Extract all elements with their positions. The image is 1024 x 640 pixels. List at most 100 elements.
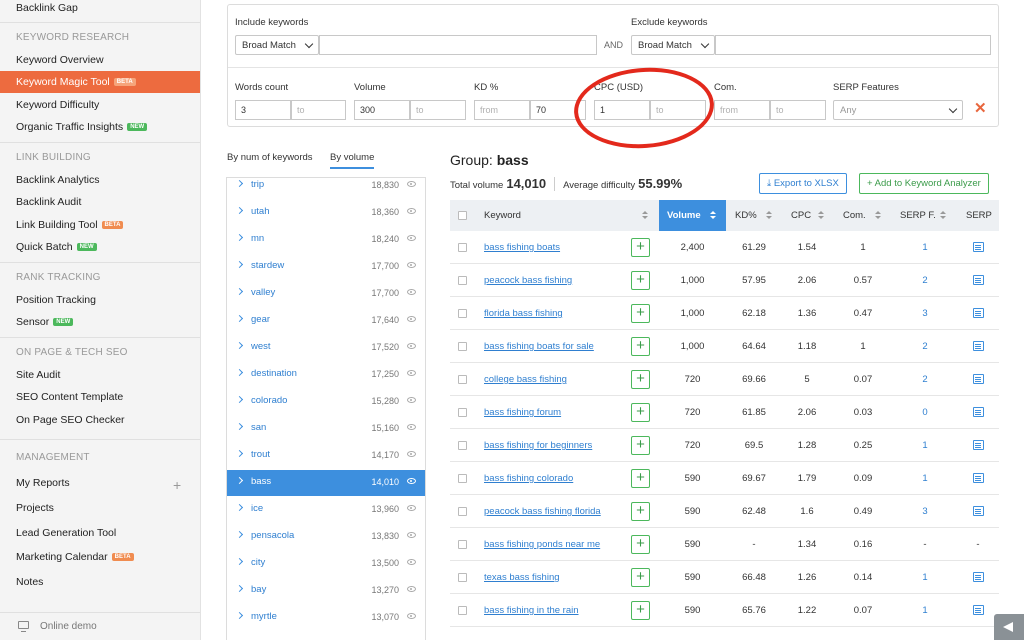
serp-features-cell[interactable]: 1: [892, 572, 958, 583]
keyword-link[interactable]: college bass fishing: [484, 374, 567, 385]
sidebar-item-link-building-tool[interactable]: Link Building Tool BETA: [16, 219, 124, 231]
word-group-item[interactable]: west 17,520: [227, 335, 425, 361]
kd-from-input[interactable]: [474, 100, 530, 120]
chevron-right-icon[interactable]: [235, 341, 244, 350]
row-checkbox[interactable]: [458, 243, 467, 252]
serp-features-cell[interactable]: 2: [892, 275, 958, 286]
volume-from-input[interactable]: [354, 100, 410, 120]
serp-icon[interactable]: [973, 506, 984, 516]
serp-icon[interactable]: [973, 473, 984, 483]
clear-filters-icon[interactable]: ✕: [974, 99, 987, 117]
eye-icon[interactable]: [407, 586, 416, 592]
eye-icon[interactable]: [407, 505, 416, 511]
chevron-right-icon[interactable]: [235, 422, 244, 431]
add-keyword-button[interactable]: +: [631, 568, 650, 587]
serp-icon[interactable]: [973, 572, 984, 582]
add-keyword-button[interactable]: +: [631, 502, 650, 521]
sidebar-item-site-audit[interactable]: Site Audit: [16, 369, 60, 381]
keyword-link[interactable]: peacock bass fishing: [484, 275, 572, 286]
sidebar-item-sensor[interactable]: Sensor NEW: [16, 316, 74, 328]
row-checkbox[interactable]: [458, 408, 467, 417]
eye-icon[interactable]: [407, 208, 416, 214]
eye-icon[interactable]: [407, 370, 416, 376]
header-volume[interactable]: Volume: [659, 200, 726, 231]
add-keyword-button[interactable]: +: [631, 304, 650, 323]
include-match-select[interactable]: Broad Match: [235, 35, 319, 55]
add-keyword-button[interactable]: +: [631, 337, 650, 356]
sidebar-item-my-reports[interactable]: My Reports: [16, 477, 70, 489]
chevron-right-icon[interactable]: [235, 557, 244, 566]
eye-icon[interactable]: [407, 559, 416, 565]
keyword-link[interactable]: bass fishing forum: [484, 407, 561, 418]
eye-icon[interactable]: [407, 424, 416, 430]
chevron-right-icon[interactable]: [235, 395, 244, 404]
row-checkbox[interactable]: [458, 474, 467, 483]
sidebar-item-backlink-audit[interactable]: Backlink Audit: [16, 196, 81, 208]
row-checkbox[interactable]: [458, 540, 467, 549]
row-checkbox[interactable]: [458, 276, 467, 285]
exclude-match-select[interactable]: Broad Match: [631, 35, 715, 55]
sidebar-item-keyword-magic-tool[interactable]: Keyword Magic Tool BETA: [0, 71, 200, 93]
eye-icon[interactable]: [407, 613, 416, 619]
row-checkbox[interactable]: [458, 441, 467, 450]
header-serp-features[interactable]: SERP F.: [900, 200, 936, 231]
add-keyword-button[interactable]: +: [631, 271, 650, 290]
sidebar-item-lead-generation-tool[interactable]: Lead Generation Tool: [16, 527, 116, 539]
word-group-item[interactable]: colorado 15,280: [227, 389, 425, 415]
eye-icon[interactable]: [407, 235, 416, 241]
keyword-link[interactable]: texas bass fishing: [484, 572, 560, 583]
keyword-link[interactable]: bass fishing in the rain: [484, 605, 579, 616]
keyword-link[interactable]: bass fishing for beginners: [484, 440, 592, 451]
add-keyword-button[interactable]: +: [631, 535, 650, 554]
header-cpc[interactable]: CPC: [791, 200, 811, 231]
header-com[interactable]: Com.: [843, 200, 866, 231]
com-from-input[interactable]: [714, 100, 770, 120]
eye-icon[interactable]: [407, 316, 416, 322]
words-count-to-input[interactable]: [291, 100, 346, 120]
row-checkbox[interactable]: [458, 507, 467, 516]
words-count-from-input[interactable]: [235, 100, 291, 120]
add-keyword-button[interactable]: +: [631, 601, 650, 620]
chevron-right-icon[interactable]: [235, 179, 244, 188]
word-group-item[interactable]: trout 14,170: [227, 443, 425, 469]
sidebar-item-quick-batch[interactable]: Quick Batch NEW: [16, 241, 97, 253]
include-keywords-input[interactable]: [319, 35, 597, 55]
chevron-right-icon[interactable]: [235, 233, 244, 242]
row-checkbox[interactable]: [458, 606, 467, 615]
sidebar-item-notes[interactable]: Notes: [16, 576, 43, 588]
keyword-link[interactable]: bass fishing colorado: [484, 473, 573, 484]
add-keyword-button[interactable]: +: [631, 238, 650, 257]
sort-icon[interactable]: [875, 211, 881, 220]
sort-icon[interactable]: [818, 211, 824, 220]
sort-icon[interactable]: [940, 211, 946, 220]
sort-icon[interactable]: [766, 211, 772, 220]
chevron-right-icon[interactable]: [235, 449, 244, 458]
header-kd[interactable]: KD%: [735, 200, 757, 231]
eye-icon[interactable]: [407, 397, 416, 403]
keyword-link[interactable]: bass fishing ponds near me: [484, 539, 600, 550]
keyword-link[interactable]: peacock bass fishing florida: [484, 506, 601, 517]
word-group-item[interactable]: bass 14,010: [227, 470, 425, 496]
eye-icon[interactable]: [407, 451, 416, 457]
com-to-input[interactable]: [770, 100, 826, 120]
serp-icon[interactable]: [973, 242, 984, 252]
add-keyword-button[interactable]: +: [631, 403, 650, 422]
volume-to-input[interactable]: [410, 100, 466, 120]
chevron-right-icon[interactable]: [235, 314, 244, 323]
chevron-right-icon[interactable]: [235, 584, 244, 593]
header-keyword[interactable]: Keyword: [484, 200, 521, 231]
add-report-button[interactable]: +: [173, 477, 181, 493]
serp-icon[interactable]: [973, 407, 984, 417]
chevron-right-icon[interactable]: [235, 260, 244, 269]
serp-icon[interactable]: [973, 440, 984, 450]
serp-features-cell[interactable]: 1: [892, 440, 958, 451]
row-checkbox[interactable]: [458, 573, 467, 582]
word-group-item[interactable]: trip 18,830: [227, 178, 425, 199]
word-group-item[interactable]: utah 18,360: [227, 200, 425, 226]
chevron-right-icon[interactable]: [235, 611, 244, 620]
word-group-item[interactable]: ice 13,960: [227, 497, 425, 523]
online-demo-link[interactable]: Online demo: [0, 612, 200, 640]
add-to-keyword-analyzer-button[interactable]: + Add to Keyword Analyzer: [859, 173, 989, 194]
sidebar-item-marketing-calendar[interactable]: Marketing Calendar BETA: [16, 551, 134, 563]
serp-icon[interactable]: [973, 341, 984, 351]
